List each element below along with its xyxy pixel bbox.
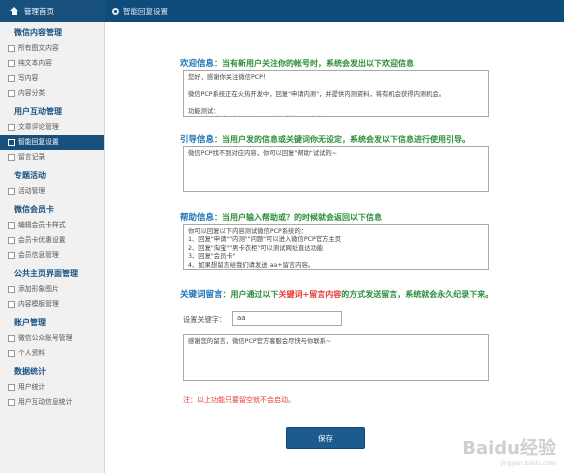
help-desc: ：当用户输入帮助或？的时候就会返回以下信息 [214, 213, 383, 222]
comment-icon [8, 124, 15, 131]
sidebar-item-categories[interactable]: 内容分类 [0, 86, 104, 101]
user-icon [8, 350, 15, 357]
guide-desc: ：当用户发的信息或关键词你无设定，系统会发以下信息进行使用引导。 [214, 135, 471, 144]
card-icon [8, 237, 15, 244]
sidebar-item-label: 内容分类 [18, 89, 46, 97]
sidebar-item-label: 智能回复设置 [18, 138, 59, 146]
keyword-reply-textarea[interactable]: 感谢您的留言，微信PCP官方客服会尽快与你联系~ [183, 334, 489, 381]
home-link[interactable]: 管理首页 [0, 0, 105, 22]
watermark-logo: Baidu经验 jingyan.baidu.com [462, 434, 556, 467]
sidebar-item-comments[interactable]: 文章评论管理 [0, 120, 104, 135]
sidebar-group-title: 公共主页界面管理 [14, 269, 78, 278]
breadcrumb-label: 智能回复设置 [123, 6, 168, 16]
keyword-desc-pre: ：用户通过以下 [222, 290, 279, 299]
gear-icon [112, 7, 119, 15]
image-icon [8, 286, 15, 293]
welcome-heading: 欢迎信息 [180, 59, 215, 69]
help-heading: 帮助信息 [180, 213, 215, 223]
sidebar-item-card-discount[interactable]: 会员卡优惠设置 [0, 233, 104, 248]
welcome-desc: ：当有新用户关注你的帐号时，系统会发出以下欢迎信息 [214, 59, 415, 68]
keyword-label: 设置关键字： [183, 315, 227, 324]
keyword-input[interactable]: aa [232, 311, 342, 326]
sidebar-item-all-articles[interactable]: 所有图文内容 [0, 41, 104, 56]
sidebar-item-label: 写内容 [18, 74, 39, 82]
keyword-desc-post: 的方式发送留言，系统就会永久纪录下来。 [341, 290, 494, 299]
sidebar-group-title: 微信内容管理 [14, 28, 62, 37]
keyword-section-title: 关键词留言：用户通过以下关键词+留言内容的方式发送留言，系统就会永久纪录下来。 [180, 288, 493, 300]
sidebar-item-label: 纯文本内容 [18, 59, 52, 67]
sidebar-item-label: 编辑会员卡样式 [18, 221, 66, 229]
main-content: 欢迎信息：当有新用户关注你的帐号时，系统会发出以下欢迎信息 您好，感谢你关注微信… [106, 22, 564, 473]
save-button[interactable]: 保存 [286, 427, 365, 449]
sidebar-item-profile[interactable]: 个人资料 [0, 346, 104, 361]
sidebar-item-smart-reply[interactable]: 智能回复设置 [0, 135, 104, 150]
sidebar-item-label: 用户统计 [18, 383, 46, 391]
edit-icon [8, 75, 15, 82]
guide-heading: 引导信息 [180, 135, 215, 145]
sidebar-item-messages[interactable]: 留言记录 [0, 150, 104, 165]
sidebar-item-label: 文章评论管理 [18, 123, 59, 131]
settings-icon [8, 139, 15, 146]
help-textarea[interactable]: 你可以回复以下内容测试微信PCP系统的： 1、回复"申请""内测""问题"可以进… [183, 224, 489, 270]
sidebar: 微信内容管理 所有图文内容 纯文本内容 写内容 内容分类 用户互动管理 文章评论… [0, 22, 105, 473]
chart-icon [8, 399, 15, 406]
breadcrumb: 智能回复设置 [106, 0, 168, 22]
watermark-main: Baidu经验 [462, 438, 556, 459]
home-label: 管理首页 [24, 6, 54, 16]
activity-icon [8, 188, 15, 195]
welcome-section-title: 欢迎信息：当有新用户关注你的帐号时，系统会发出以下欢迎信息 [180, 57, 414, 69]
keyword-heading: 关键词留言 [180, 290, 223, 300]
sidebar-item-label: 个人资料 [18, 349, 46, 357]
sidebar-item-interaction-stats[interactable]: 用户互动信息统计 [0, 395, 104, 410]
card-icon [8, 222, 15, 229]
guide-section-title: 引导信息：当用户发的信息或关键词你无设定，系统会发以下信息进行使用引导。 [180, 133, 470, 145]
guide-textarea[interactable]: 微信PCP找不到对应内容，你可以回复"帮助"试试的~ [183, 146, 489, 192]
chart-icon [8, 384, 15, 391]
sidebar-group-title: 账户管理 [14, 318, 46, 327]
sidebar-item-card-style[interactable]: 编辑会员卡样式 [0, 218, 104, 233]
top-bar: 管理首页 智能回复设置 [0, 0, 564, 22]
sidebar-item-write[interactable]: 写内容 [0, 71, 104, 86]
message-icon [8, 154, 15, 161]
note-text: 注：以上功能只要留空就不会启动。 [183, 396, 295, 404]
account-icon [8, 335, 15, 342]
sidebar-item-label: 留言记录 [18, 153, 46, 161]
sidebar-item-templates[interactable]: 内容模板管理 [0, 297, 104, 312]
sidebar-item-wechat-account[interactable]: 微信公众账号管理 [0, 331, 104, 346]
sidebar-item-label: 所有图文内容 [18, 44, 59, 52]
sidebar-group-title: 微信会员卡 [14, 205, 54, 214]
sidebar-group-title: 专题活动 [14, 171, 46, 180]
sidebar-item-label: 微信公众账号管理 [18, 334, 73, 342]
document-icon [8, 60, 15, 67]
help-section-title: 帮助信息：当用户输入帮助或？的时候就会返回以下信息 [180, 211, 382, 223]
home-icon [10, 6, 19, 16]
keyword-desc-red: 关键词+留言内容 [278, 290, 342, 299]
document-icon [8, 45, 15, 52]
sidebar-item-label: 会员信息管理 [18, 251, 59, 259]
sidebar-item-text-content[interactable]: 纯文本内容 [0, 56, 104, 71]
welcome-textarea[interactable]: 您好，感谢你关注微信PCP！ 微信PCP系统正在火热开发中，回复"申请内测"，并… [183, 70, 489, 117]
sidebar-item-label: 添加形象图片 [18, 285, 59, 293]
sidebar-group-title: 数据统计 [14, 367, 46, 376]
sidebar-group-title: 用户互动管理 [14, 107, 62, 116]
sidebar-item-label: 会员卡优惠设置 [18, 236, 66, 244]
folder-icon [8, 90, 15, 97]
watermark-sub: jingyan.baidu.com [500, 460, 556, 467]
sidebar-item-add-image[interactable]: 添加形象图片 [0, 282, 104, 297]
sidebar-item-label: 活动管理 [18, 187, 46, 195]
sidebar-item-label: 内容模板管理 [18, 300, 59, 308]
template-icon [8, 301, 15, 308]
sidebar-item-label: 用户互动信息统计 [18, 398, 73, 406]
user-icon [8, 252, 15, 259]
sidebar-item-member-info[interactable]: 会员信息管理 [0, 248, 104, 263]
sidebar-item-user-stats[interactable]: 用户统计 [0, 380, 104, 395]
sidebar-item-activities[interactable]: 活动管理 [0, 184, 104, 199]
